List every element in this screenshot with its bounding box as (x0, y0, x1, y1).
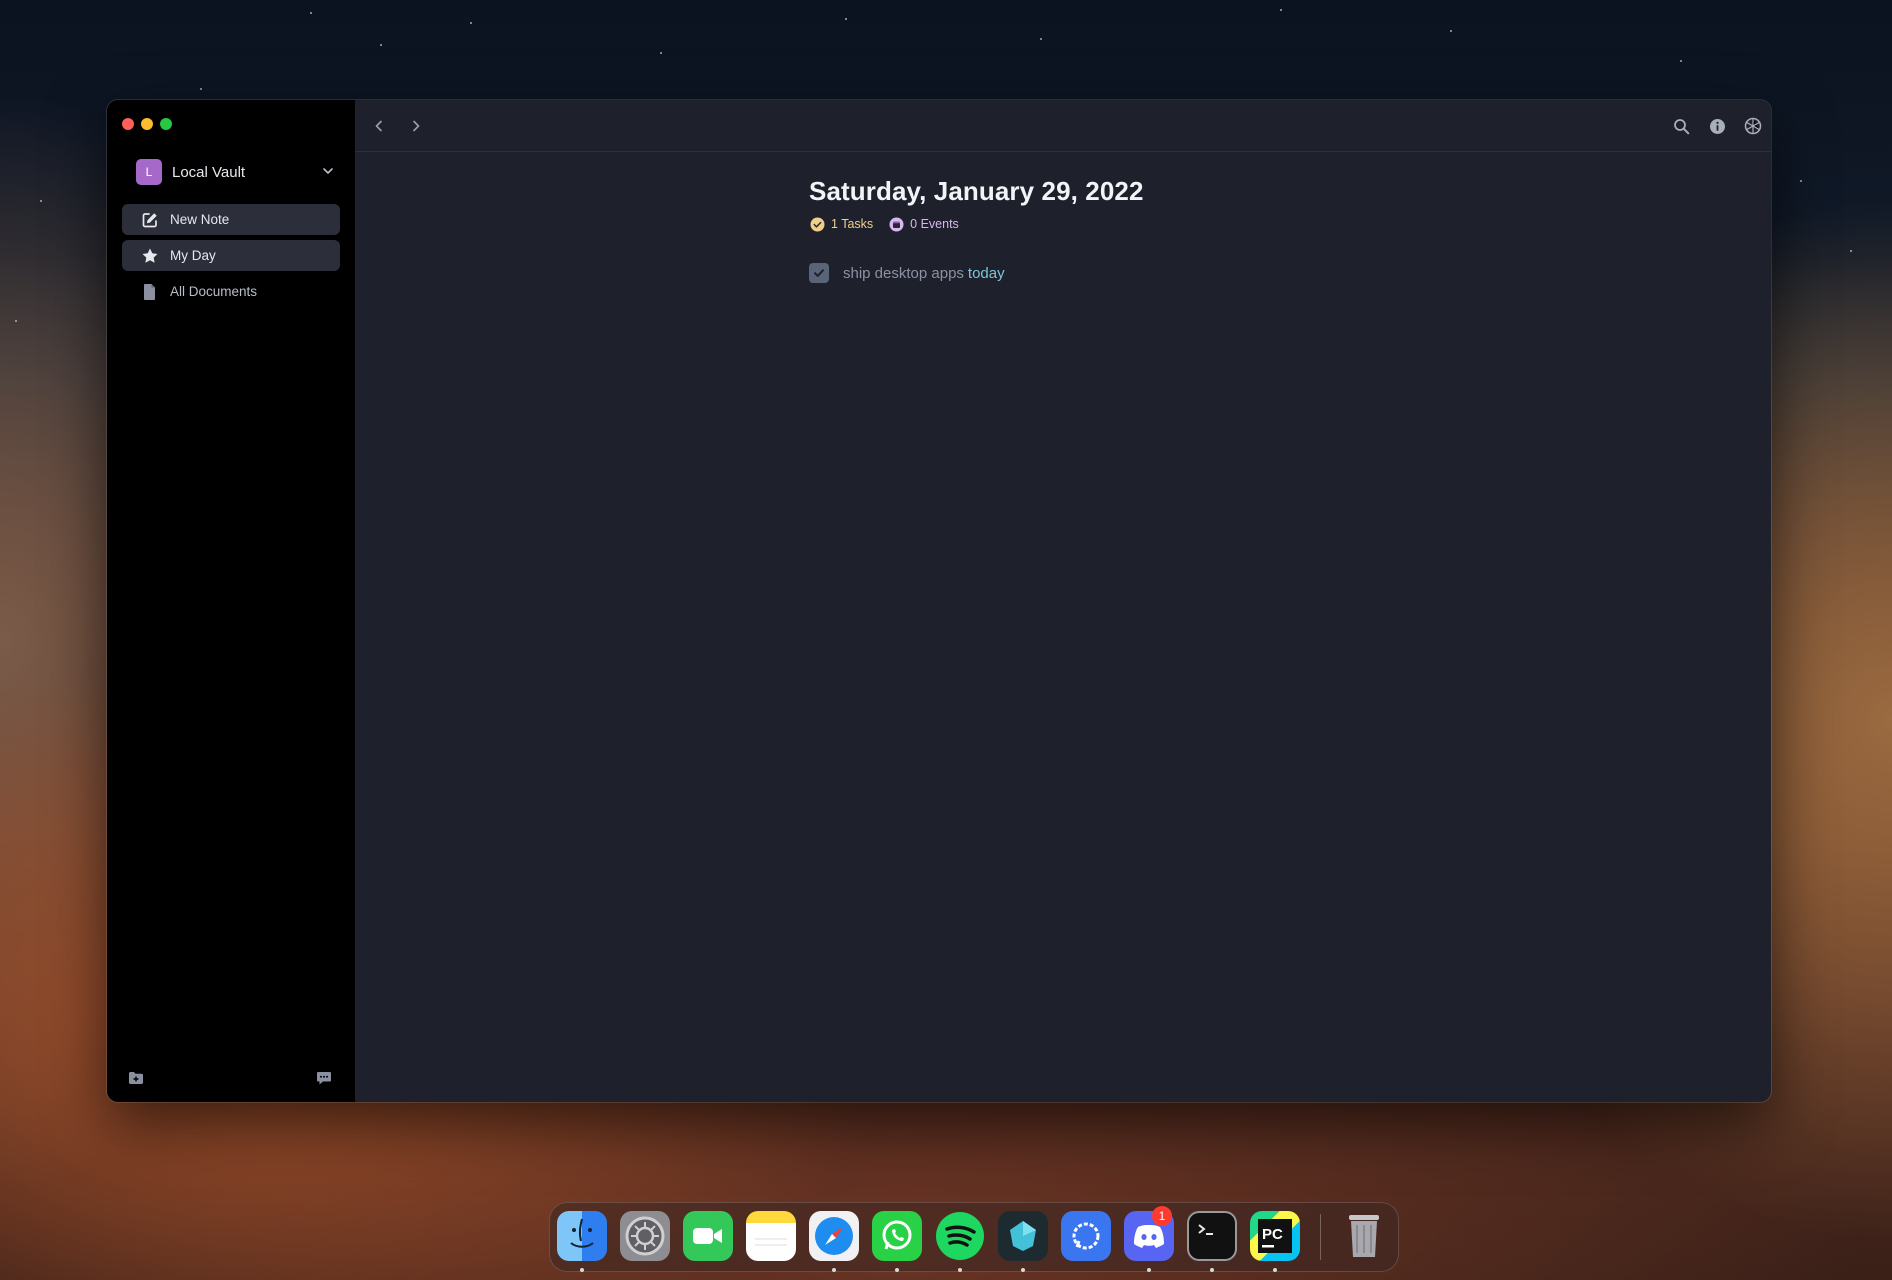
tasks-count[interactable]: 1 Tasks (831, 217, 873, 231)
app-window: L Local Vault New Note My Day All Docume… (107, 100, 1771, 1102)
crystal-app-icon[interactable] (998, 1211, 1048, 1261)
sidebar: L Local Vault New Note My Day All Docume… (107, 100, 355, 1102)
pycharm-icon[interactable]: PC (1250, 1211, 1300, 1261)
chevron-down-icon (320, 163, 336, 184)
task-text[interactable]: ship desktop apps (843, 265, 964, 282)
task-date-tag[interactable]: today (968, 265, 1005, 282)
vault-name: Local Vault (172, 163, 246, 181)
terminal-icon[interactable] (1187, 1211, 1237, 1261)
safari-icon[interactable] (809, 1211, 859, 1261)
finder-icon[interactable] (557, 1211, 607, 1261)
chat-icon[interactable] (314, 1068, 334, 1088)
nav-item-label: All Documents (170, 284, 258, 299)
dock: PC (549, 1202, 1399, 1272)
nav-item-label: New Note (170, 212, 230, 227)
sidebar-item-all-documents[interactable]: All Documents (122, 276, 340, 307)
trash-icon[interactable] (1339, 1211, 1389, 1261)
close-window-button[interactable] (122, 118, 134, 130)
folder-add-icon[interactable] (126, 1068, 146, 1088)
edit-icon (140, 210, 160, 230)
svg-text:PC: PC (1262, 1226, 1283, 1243)
star-icon (140, 246, 160, 266)
discord-notification-badge: 1 (1152, 1206, 1172, 1226)
info-icon[interactable] (1707, 116, 1727, 136)
dock-separator (1320, 1214, 1321, 1260)
editor-pane: Saturday, January 29, 2022 1 Tasks 0 Eve… (355, 152, 1771, 1102)
whatsapp-icon[interactable] (872, 1211, 922, 1261)
vault-avatar: L (136, 159, 162, 185)
minimize-window-button[interactable] (141, 118, 153, 130)
zoom-window-button[interactable] (160, 118, 172, 130)
forward-icon[interactable] (406, 116, 426, 136)
toolbar (355, 100, 1771, 152)
settings-icon[interactable] (1743, 116, 1763, 136)
calendar-icon (888, 216, 904, 232)
back-icon[interactable] (369, 116, 389, 136)
document-meta: 1 Tasks 0 Events (809, 216, 959, 232)
page-title: Saturday, January 29, 2022 (809, 176, 1144, 206)
signal-icon[interactable] (1061, 1211, 1111, 1261)
task-item: ship desktop apps today (809, 263, 1005, 283)
system-preferences-icon[interactable] (620, 1211, 670, 1261)
events-count[interactable]: 0 Events (910, 217, 959, 231)
facetime-icon[interactable] (683, 1211, 733, 1261)
vault-switcher[interactable]: L Local Vault (136, 159, 336, 185)
new-note-button[interactable]: New Note (122, 204, 340, 235)
search-icon[interactable] (1671, 116, 1691, 136)
check-circle-icon (809, 216, 825, 232)
sidebar-item-my-day[interactable]: My Day (122, 240, 340, 271)
spotify-icon[interactable] (935, 1211, 985, 1261)
task-checkbox[interactable] (809, 263, 829, 283)
document-icon (140, 282, 160, 302)
notes-icon[interactable] (746, 1211, 796, 1261)
nav-item-label: My Day (170, 248, 216, 263)
